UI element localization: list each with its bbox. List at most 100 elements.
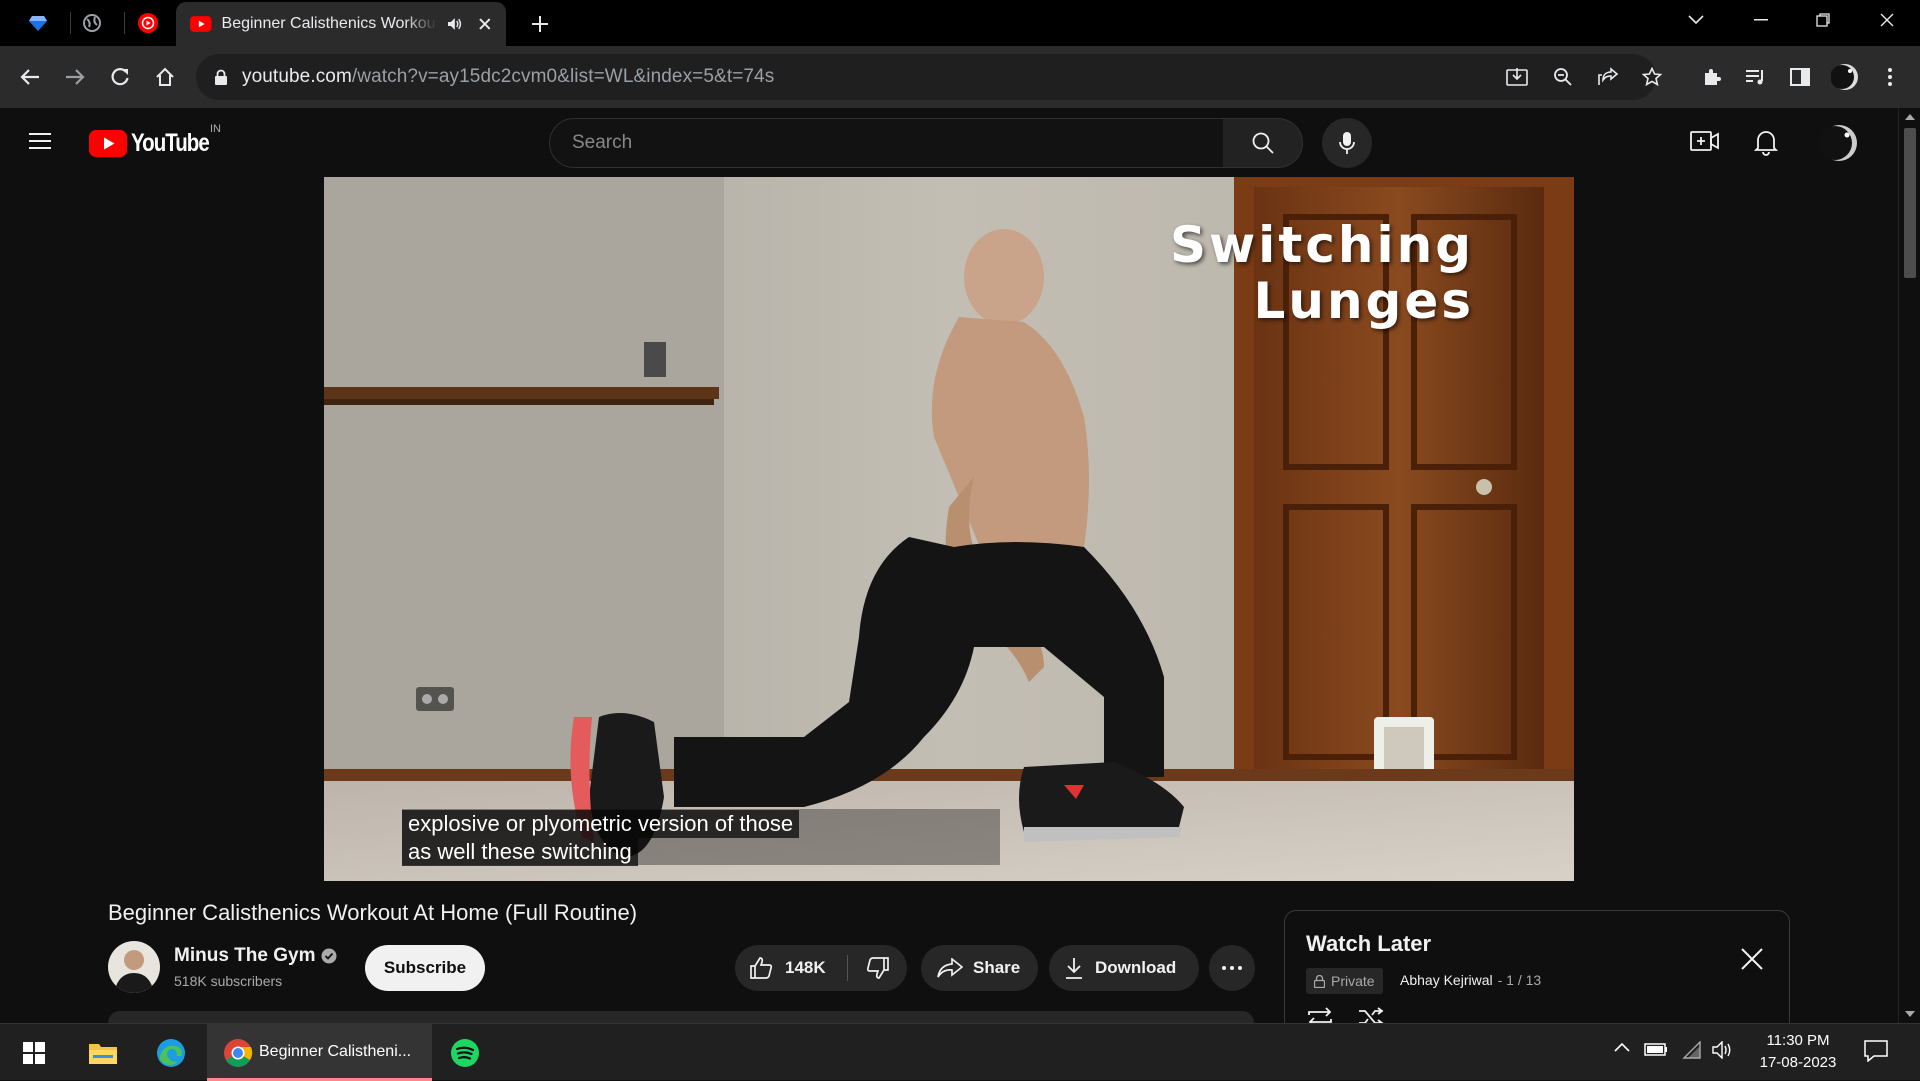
share-button[interactable]: Share bbox=[921, 945, 1038, 991]
address-bar[interactable]: youtube.com/watch?v=ay15dc2cvm0&list=WL&… bbox=[196, 54, 1662, 100]
install-app-button[interactable] bbox=[1506, 67, 1528, 87]
pinned-tab-globe[interactable] bbox=[66, 6, 118, 40]
verified-badge-icon bbox=[321, 948, 337, 964]
wifi-icon bbox=[1682, 1041, 1701, 1059]
bookmark-button[interactable] bbox=[1642, 67, 1662, 87]
extensions-button[interactable] bbox=[1694, 59, 1730, 95]
pinned-tab-youtube-music[interactable] bbox=[122, 6, 174, 40]
subscribe-button[interactable]: Subscribe bbox=[365, 945, 485, 991]
home-button[interactable] bbox=[147, 59, 183, 95]
download-button[interactable]: Download bbox=[1049, 945, 1199, 991]
chevron-up-icon bbox=[1614, 1042, 1630, 1052]
account-avatar[interactable] bbox=[1820, 124, 1858, 162]
youtube-header: YouTube IN Search bbox=[0, 108, 1898, 178]
restore-button[interactable] bbox=[1792, 0, 1854, 40]
back-button[interactable] bbox=[12, 59, 48, 95]
scroll-down-arrow-icon[interactable] bbox=[1899, 1007, 1920, 1021]
notification-icon bbox=[1864, 1040, 1888, 1062]
subscribe-label: Subscribe bbox=[383, 958, 467, 977]
url-text: youtube.com/watch?v=ay15dc2cvm0&list=WL&… bbox=[242, 66, 774, 88]
notification-center-button[interactable] bbox=[1864, 1040, 1888, 1062]
video-player[interactable]: Switching Lunges explosive or plyometric… bbox=[324, 177, 1574, 881]
show-hidden-icons-button[interactable] bbox=[1614, 1042, 1630, 1052]
chrome-menu-button[interactable] bbox=[1872, 59, 1908, 95]
minimize-button[interactable] bbox=[1730, 0, 1792, 40]
page-scrollbar[interactable] bbox=[1898, 108, 1920, 1023]
forward-button[interactable] bbox=[57, 59, 93, 95]
pinned-tab-gem[interactable] bbox=[12, 6, 64, 40]
new-tab-button[interactable] bbox=[526, 10, 554, 38]
close-window-button[interactable] bbox=[1856, 0, 1918, 40]
youtube-logo-icon bbox=[89, 130, 127, 157]
avatar-icon bbox=[1820, 125, 1857, 161]
zoom-button[interactable] bbox=[1553, 67, 1573, 87]
loop-icon bbox=[1308, 1007, 1332, 1023]
speaker-icon bbox=[1712, 1041, 1731, 1059]
close-playlist-button[interactable] bbox=[1741, 948, 1763, 970]
side-panel-button[interactable] bbox=[1782, 59, 1818, 95]
more-actions-button[interactable] bbox=[1209, 945, 1255, 991]
voice-search-button[interactable] bbox=[1322, 118, 1372, 168]
like-count: 148K bbox=[785, 958, 826, 977]
reload-button[interactable] bbox=[102, 59, 138, 95]
channel-avatar[interactable] bbox=[108, 941, 160, 993]
youtube-favicon-icon bbox=[190, 16, 212, 32]
globe-icon bbox=[83, 14, 101, 32]
channel-avatar-icon bbox=[114, 950, 154, 993]
close-tab-icon[interactable] bbox=[478, 17, 492, 31]
create-button[interactable] bbox=[1690, 129, 1720, 153]
windows-taskbar: Beginner Calistheni... 11:30 PM 17-08-20… bbox=[0, 1023, 1920, 1081]
edge-browser-icon bbox=[157, 1039, 185, 1067]
search-button[interactable] bbox=[1223, 118, 1303, 168]
spotify-button[interactable] bbox=[443, 1032, 487, 1074]
clock-date: 17-08-2023 bbox=[1759, 1054, 1837, 1071]
region-code: IN bbox=[210, 123, 221, 135]
profile-button[interactable] bbox=[1827, 59, 1863, 95]
search-icon bbox=[1252, 132, 1274, 154]
playlist-owner-row: Abhay Kejriwal - 1 / 13 bbox=[1400, 972, 1541, 988]
dislike-button[interactable] bbox=[848, 945, 907, 991]
scroll-up-arrow-icon[interactable] bbox=[1899, 110, 1920, 124]
youtube-logo[interactable]: YouTube IN bbox=[89, 123, 226, 158]
volume-indicator[interactable] bbox=[1712, 1041, 1734, 1059]
caption-line-1: explosive or plyometric version of those bbox=[402, 810, 800, 838]
file-explorer-button[interactable] bbox=[81, 1032, 125, 1074]
side-panel-icon bbox=[1790, 68, 1810, 86]
chrome-icon-wrapper bbox=[223, 1038, 253, 1068]
playlist-panel: Watch Later Private Abhay Kejriwal - 1 /… bbox=[1284, 910, 1790, 1023]
chrome-icon bbox=[224, 1039, 253, 1067]
like-button[interactable]: 148K bbox=[735, 945, 847, 991]
channel-name[interactable]: Minus The Gym bbox=[174, 945, 315, 967]
folder-icon bbox=[89, 1044, 117, 1064]
battery-icon bbox=[1644, 1043, 1667, 1056]
plus-icon bbox=[532, 16, 548, 32]
like-dislike-group: 148K bbox=[735, 945, 907, 991]
edge-button[interactable] bbox=[149, 1032, 193, 1074]
search-input[interactable]: Search bbox=[549, 118, 1224, 168]
playlist-owner[interactable]: Abhay Kejriwal bbox=[1400, 972, 1493, 988]
active-tab[interactable]: Beginner Calisthenics Workout At Home (F… bbox=[176, 2, 506, 46]
gem-icon bbox=[29, 16, 47, 31]
system-clock[interactable]: 11:30 PM 17-08-2023 bbox=[1752, 1030, 1844, 1074]
network-indicator[interactable] bbox=[1682, 1041, 1702, 1059]
shuffle-button[interactable] bbox=[1357, 1007, 1385, 1023]
battery-indicator[interactable] bbox=[1644, 1041, 1668, 1057]
tab-search-button[interactable] bbox=[1665, 0, 1727, 40]
scrollbar-thumb[interactable] bbox=[1904, 128, 1916, 278]
notifications-button[interactable] bbox=[1754, 128, 1778, 156]
arrow-left-icon bbox=[20, 69, 39, 85]
taskbar-chrome-window[interactable]: Beginner Calistheni... bbox=[207, 1024, 432, 1081]
playlist-title[interactable]: Watch Later bbox=[1306, 931, 1431, 957]
share-page-button[interactable] bbox=[1597, 67, 1619, 87]
loop-button[interactable] bbox=[1306, 1007, 1334, 1023]
speaker-audio-icon[interactable] bbox=[447, 16, 463, 32]
start-button[interactable] bbox=[12, 1032, 56, 1074]
media-controls-button[interactable] bbox=[1738, 59, 1774, 95]
download-label: Download bbox=[1095, 958, 1177, 977]
bell-icon bbox=[1754, 131, 1778, 156]
home-icon bbox=[156, 67, 174, 86]
browser-tab-strip: Beginner Calisthenics Workout At Home (F… bbox=[0, 0, 1920, 46]
guide-menu-button[interactable] bbox=[28, 131, 56, 155]
url-path: /watch?v=ay15dc2cvm0&list=WL&index=5&t=7… bbox=[351, 66, 775, 87]
thumbs-up-icon bbox=[750, 957, 773, 979]
